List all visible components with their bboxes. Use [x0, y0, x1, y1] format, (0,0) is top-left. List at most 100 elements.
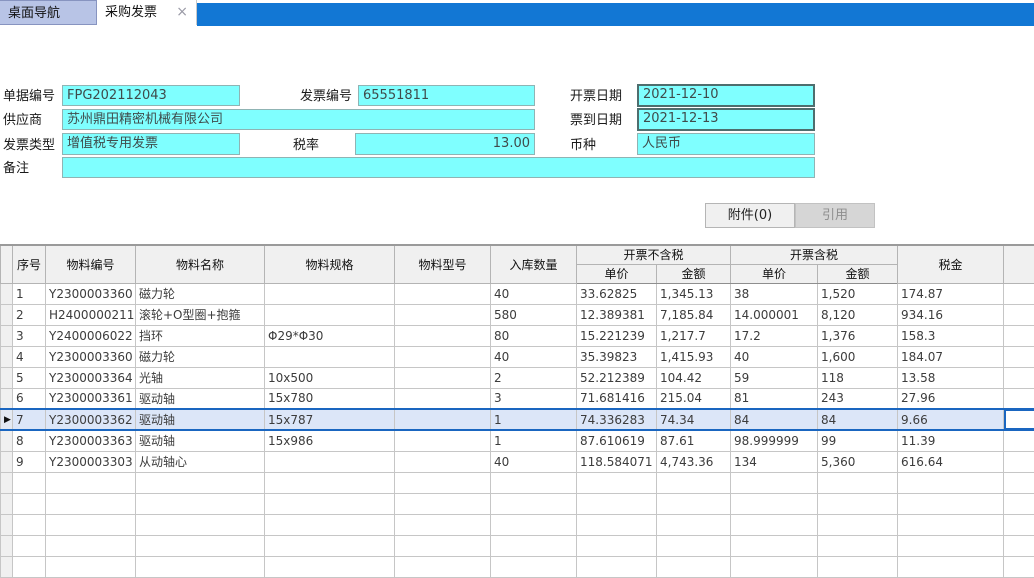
grid-cell[interactable]: 74.34 — [657, 409, 731, 430]
grid-cell[interactable] — [898, 493, 1004, 514]
grid-cell[interactable]: 2 — [491, 367, 577, 388]
grid-cell[interactable] — [491, 472, 577, 493]
grid-cell-extra[interactable] — [1004, 409, 1034, 430]
grid-cell[interactable] — [265, 283, 395, 304]
grid-cell[interactable] — [395, 451, 491, 472]
grid-cell[interactable]: 59 — [731, 367, 818, 388]
row-indicator[interactable] — [1, 304, 13, 325]
grid-cell[interactable] — [491, 514, 577, 535]
empty-row[interactable] — [1, 556, 1034, 577]
table-row[interactable]: 3Y2400006022挡环Φ29*Φ308015.2212391,217.71… — [1, 325, 1034, 346]
grid-cell[interactable] — [46, 556, 136, 577]
grid-cell[interactable]: 从动轴心 — [136, 451, 265, 472]
grid-cell[interactable]: 40 — [491, 346, 577, 367]
grid-cell[interactable]: 9.66 — [898, 409, 1004, 430]
grid-cell[interactable] — [731, 472, 818, 493]
grid-cell-extra[interactable] — [1004, 346, 1034, 367]
grid-cell[interactable]: 17.2 — [731, 325, 818, 346]
grid-cell[interactable]: 215.04 — [657, 388, 731, 409]
grid-cell[interactable] — [395, 556, 491, 577]
col-header-excl-unit-price[interactable]: 单价 — [577, 264, 657, 283]
row-indicator[interactable] — [1, 514, 13, 535]
grid-cell[interactable] — [577, 493, 657, 514]
grid-cell[interactable]: 驱动轴 — [136, 430, 265, 451]
grid-cell[interactable] — [265, 472, 395, 493]
grid-cell[interactable]: 9 — [13, 451, 46, 472]
grid-cell[interactable]: 35.39823 — [577, 346, 657, 367]
grid-cell-extra[interactable] — [1004, 367, 1034, 388]
grid-cell[interactable]: 174.87 — [898, 283, 1004, 304]
grid-cell[interactable]: 2 — [13, 304, 46, 325]
grid-cell[interactable]: Y2300003364 — [46, 367, 136, 388]
grid-cell[interactable]: Y2300003362 — [46, 409, 136, 430]
grid-cell[interactable]: Y2300003303 — [46, 451, 136, 472]
remark-field[interactable] — [62, 157, 815, 178]
col-header-incl-amount[interactable]: 金额 — [818, 264, 898, 283]
grid-cell[interactable] — [577, 535, 657, 556]
table-row[interactable]: ▶7Y2300003362驱动轴15x787174.33628374.34848… — [1, 409, 1034, 430]
grid-cell[interactable] — [577, 514, 657, 535]
grid-cell[interactable] — [731, 514, 818, 535]
col-header-excl-amount[interactable]: 金额 — [657, 264, 731, 283]
grid-cell[interactable]: 7 — [13, 409, 46, 430]
grid-cell[interactable]: 118 — [818, 367, 898, 388]
grid-cell-extra[interactable] — [1004, 304, 1034, 325]
arrival-date-field[interactable]: 2021-12-13 — [637, 108, 815, 131]
grid-cell[interactable] — [818, 514, 898, 535]
grid-cell[interactable] — [395, 472, 491, 493]
grid-cell[interactable]: 驱动轴 — [136, 388, 265, 409]
table-row[interactable]: 2H2400000211滚轮+O型圈+抱箍58012.3893817,185.8… — [1, 304, 1034, 325]
grid-cell[interactable]: 4 — [13, 346, 46, 367]
grid-cell[interactable]: 87.610619 — [577, 430, 657, 451]
grid-cell[interactable]: 40 — [491, 283, 577, 304]
col-header-incl-unit-price[interactable]: 单价 — [731, 264, 818, 283]
grid-cell[interactable]: Y2300003360 — [46, 283, 136, 304]
grid-cell[interactable]: 71.681416 — [577, 388, 657, 409]
grid-cell[interactable]: 934.16 — [898, 304, 1004, 325]
grid-cell[interactable] — [395, 346, 491, 367]
grid-cell[interactable]: 3 — [13, 325, 46, 346]
grid-cell[interactable]: 81 — [731, 388, 818, 409]
grid-cell[interactable] — [136, 535, 265, 556]
grid-cell[interactable]: 滚轮+O型圈+抱箍 — [136, 304, 265, 325]
table-row[interactable]: 5Y2300003364光轴10x500252.212389104.425911… — [1, 367, 1034, 388]
grid-cell[interactable]: 118.584071 — [577, 451, 657, 472]
col-header-seq[interactable]: 序号 — [13, 245, 46, 283]
grid-cell[interactable]: 27.96 — [898, 388, 1004, 409]
grid-cell[interactable] — [395, 367, 491, 388]
grid-cell[interactable]: 52.212389 — [577, 367, 657, 388]
grid-cell[interactable] — [1004, 535, 1034, 556]
grid-cell[interactable]: Φ29*Φ30 — [265, 325, 395, 346]
grid-cell[interactable] — [265, 535, 395, 556]
grid-cell[interactable] — [265, 493, 395, 514]
grid-cell[interactable] — [657, 535, 731, 556]
grid-cell[interactable] — [46, 493, 136, 514]
table-row[interactable]: 6Y2300003361驱动轴15x780371.681416215.04812… — [1, 388, 1034, 409]
row-indicator[interactable] — [1, 472, 13, 493]
grid-cell-extra[interactable] — [1004, 283, 1034, 304]
empty-row[interactable] — [1, 535, 1034, 556]
grid-cell[interactable]: 13.58 — [898, 367, 1004, 388]
grid-cell[interactable]: 1 — [491, 409, 577, 430]
grid-cell[interactable]: 7,185.84 — [657, 304, 731, 325]
grid-cell[interactable]: 104.42 — [657, 367, 731, 388]
grid-cell[interactable] — [491, 535, 577, 556]
grid-cell[interactable]: 11.39 — [898, 430, 1004, 451]
grid-cell[interactable] — [46, 535, 136, 556]
grid-cell[interactable] — [265, 514, 395, 535]
grid-cell[interactable] — [657, 493, 731, 514]
grid-cell-extra[interactable] — [1004, 451, 1034, 472]
grid-cell[interactable]: 1,415.93 — [657, 346, 731, 367]
grid-cell[interactable]: 243 — [818, 388, 898, 409]
grid-cell[interactable] — [657, 556, 731, 577]
col-header-incl-tax-group[interactable]: 开票含税 — [731, 245, 898, 264]
grid-cell[interactable]: 1 — [491, 430, 577, 451]
grid-cell[interactable] — [898, 556, 1004, 577]
grid-cell[interactable]: 12.389381 — [577, 304, 657, 325]
close-icon[interactable]: × — [176, 0, 188, 25]
grid-cell[interactable] — [577, 556, 657, 577]
grid-cell[interactable]: 40 — [731, 346, 818, 367]
grid-cell[interactable]: 5,360 — [818, 451, 898, 472]
grid-cell[interactable]: 1,520 — [818, 283, 898, 304]
grid-cell[interactable] — [136, 514, 265, 535]
